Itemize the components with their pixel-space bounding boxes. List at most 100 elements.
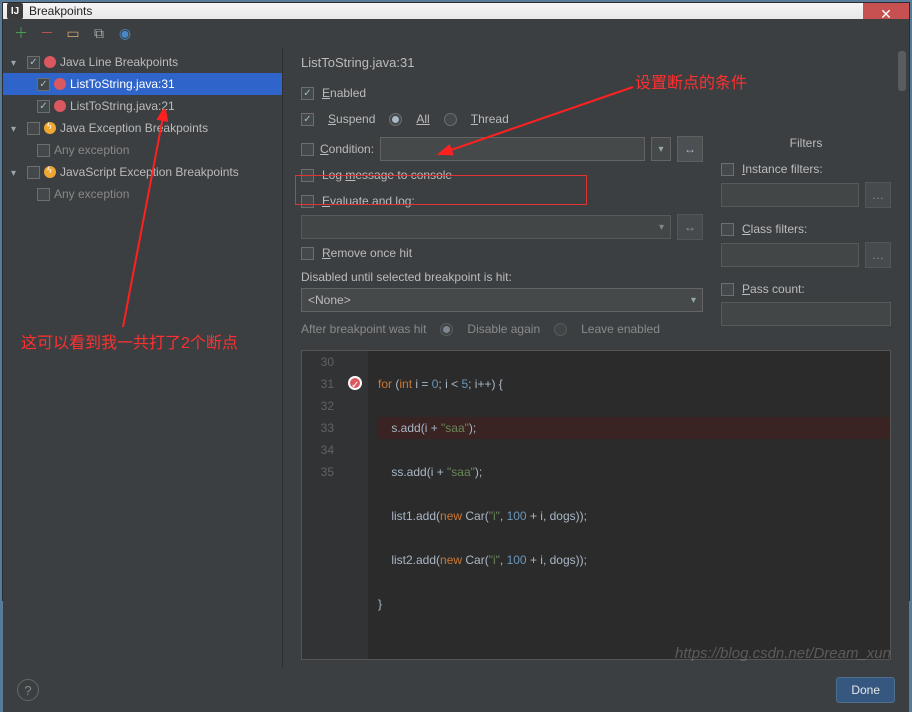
view-icon[interactable]: ◉	[117, 25, 133, 41]
item-label: Any exception	[54, 187, 129, 201]
leave-enabled-radio[interactable]	[554, 323, 567, 336]
condition-checkbox[interactable]	[301, 143, 314, 156]
class-filters-row: Class filters:	[721, 216, 891, 242]
item-label: Any exception	[54, 143, 129, 157]
titlebar[interactable]: IJ Breakpoints ✕	[3, 3, 909, 19]
condition-input[interactable]	[380, 137, 645, 161]
app-icon: IJ	[7, 3, 23, 19]
class-filters-checkbox[interactable]	[721, 223, 734, 236]
suspend-all-radio[interactable]	[389, 113, 402, 126]
instance-filters-row: Instance filters:	[721, 156, 891, 182]
window: IJ Breakpoints ✕ ＋ － ▭ ⧉ ◉ Java Line Bre…	[2, 2, 910, 601]
suspend-thread-radio[interactable]	[444, 113, 457, 126]
split-pane: Java Line Breakpoints ListToString.java:…	[3, 47, 909, 668]
instance-filters-checkbox[interactable]	[721, 163, 734, 176]
gutter-linenumbers: 303132333435	[302, 351, 342, 659]
breakpoint-marker-icon[interactable]: ✓	[348, 376, 362, 390]
add-breakpoint-icon[interactable]: ＋	[13, 25, 29, 41]
afterhit-row: After breakpoint was hit Disable again L…	[301, 316, 703, 342]
breakpoint-icon	[54, 100, 66, 112]
removeonce-checkbox[interactable]	[301, 247, 314, 260]
breakpoint-icon	[54, 78, 66, 90]
window-title: Breakpoints	[29, 4, 92, 18]
evaluate-input[interactable]: ▾	[301, 215, 671, 239]
evaluate-expand-button[interactable]: ↔	[677, 214, 703, 240]
class-filters-label: Class filters:	[742, 222, 807, 236]
done-button[interactable]: Done	[836, 677, 895, 703]
chevron-down-icon[interactable]	[11, 165, 23, 179]
passcount-input[interactable]	[721, 302, 891, 326]
evaluate-checkbox[interactable]	[301, 195, 314, 208]
breakpoint-tree[interactable]: Java Line Breakpoints ListToString.java:…	[3, 51, 282, 205]
instance-filters-label: Instance filters:	[742, 162, 823, 176]
code-preview[interactable]: 303132333435 ✓ for (int i = 0; i < 5; i+…	[301, 350, 891, 660]
group-label: Java Line Breakpoints	[60, 55, 178, 69]
breakpoint-tree-pane: Java Line Breakpoints ListToString.java:…	[3, 47, 283, 668]
tree-group-js-exception[interactable]: ϟ JavaScript Exception Breakpoints	[3, 161, 282, 183]
suspend-thread-label: Thread	[471, 112, 509, 126]
detail-title: ListToString.java:31	[301, 55, 891, 70]
breakpoint-detail-pane: ListToString.java:31 Enabled Suspend All…	[283, 47, 909, 668]
enabled-label: Enabled	[322, 86, 366, 100]
class-filters-input-row: …	[721, 242, 891, 268]
item-checkbox[interactable]	[37, 188, 50, 201]
help-button[interactable]: ?	[17, 679, 39, 701]
tree-item-anyex-js[interactable]: Any exception	[3, 183, 282, 205]
condition-expand-button[interactable]: ↔	[677, 136, 703, 162]
leave-enabled-label: Leave enabled	[581, 322, 660, 336]
footer: ? Done	[3, 668, 909, 712]
logmsg-checkbox[interactable]	[301, 169, 314, 182]
suspend-row: Suspend All Thread	[301, 106, 891, 132]
passcount-row: Pass count:	[721, 276, 891, 302]
breakpoint-icon	[44, 56, 56, 68]
enabled-row: Enabled	[301, 80, 891, 106]
filters-column: Filters Instance filters: … Class filter…	[721, 136, 891, 342]
removeonce-row: Remove once hit	[301, 240, 703, 266]
condition-history-dropdown[interactable]: ▾	[651, 137, 671, 161]
logmsg-row: Log message to console	[301, 162, 703, 188]
instance-filters-input[interactable]	[721, 183, 859, 207]
enabled-checkbox[interactable]	[301, 87, 314, 100]
left-options: Condition: ▾ ↔ Log message to console Ev…	[301, 136, 703, 342]
filters-header: Filters	[721, 136, 891, 150]
item-checkbox[interactable]	[37, 100, 50, 113]
group-checkbox[interactable]	[27, 56, 40, 69]
item-checkbox[interactable]	[37, 144, 50, 157]
evaluate-row: Evaluate and log:	[301, 188, 703, 214]
class-filters-browse-button[interactable]: …	[865, 242, 891, 268]
suspend-checkbox[interactable]	[301, 113, 314, 126]
copy-icon[interactable]: ⧉	[91, 25, 107, 41]
condition-label: Condition:	[320, 142, 374, 156]
tree-item-anyex[interactable]: Any exception	[3, 139, 282, 161]
gutter-markers: ✓	[342, 351, 368, 659]
passcount-checkbox[interactable]	[721, 283, 734, 296]
item-label: ListToString.java:31	[70, 77, 175, 91]
code-source: for (int i = 0; i < 5; i++) { s.add(i + …	[368, 351, 890, 659]
toolbar: ＋ － ▭ ⧉ ◉	[3, 19, 909, 47]
tree-item-bp1[interactable]: ListToString.java:31	[3, 73, 282, 95]
disabled-until-value: <None>	[308, 293, 351, 307]
suspend-all-label: All	[416, 112, 429, 126]
disabled-until-select[interactable]: <None>▾	[301, 288, 703, 312]
item-label: ListToString.java:21	[70, 99, 175, 113]
passcount-label: Pass count:	[742, 282, 805, 296]
chevron-down-icon[interactable]	[11, 121, 23, 135]
group-checkbox[interactable]	[27, 166, 40, 179]
item-checkbox[interactable]	[37, 78, 50, 91]
remove-breakpoint-icon[interactable]: －	[39, 25, 55, 41]
afterhit-label: After breakpoint was hit	[301, 322, 426, 336]
removeonce-label: Remove once hit	[322, 246, 412, 260]
evaluate-input-row: ▾ ↔	[301, 214, 703, 240]
tree-item-bp2[interactable]: ListToString.java:21	[3, 95, 282, 117]
exception-breakpoint-icon: ϟ	[44, 122, 56, 134]
tree-group-java-exception[interactable]: ϟ Java Exception Breakpoints	[3, 117, 282, 139]
tree-group-java-line[interactable]: Java Line Breakpoints	[3, 51, 282, 73]
chevron-down-icon[interactable]	[11, 55, 23, 69]
disable-again-radio[interactable]	[440, 323, 453, 336]
suspend-label: Suspend	[328, 112, 375, 126]
folder-icon[interactable]: ▭	[65, 25, 81, 41]
class-filters-input[interactable]	[721, 243, 859, 267]
dialog-body: ＋ － ▭ ⧉ ◉ Java Line Breakpoints	[3, 19, 909, 712]
group-checkbox[interactable]	[27, 122, 40, 135]
instance-filters-browse-button[interactable]: …	[865, 182, 891, 208]
